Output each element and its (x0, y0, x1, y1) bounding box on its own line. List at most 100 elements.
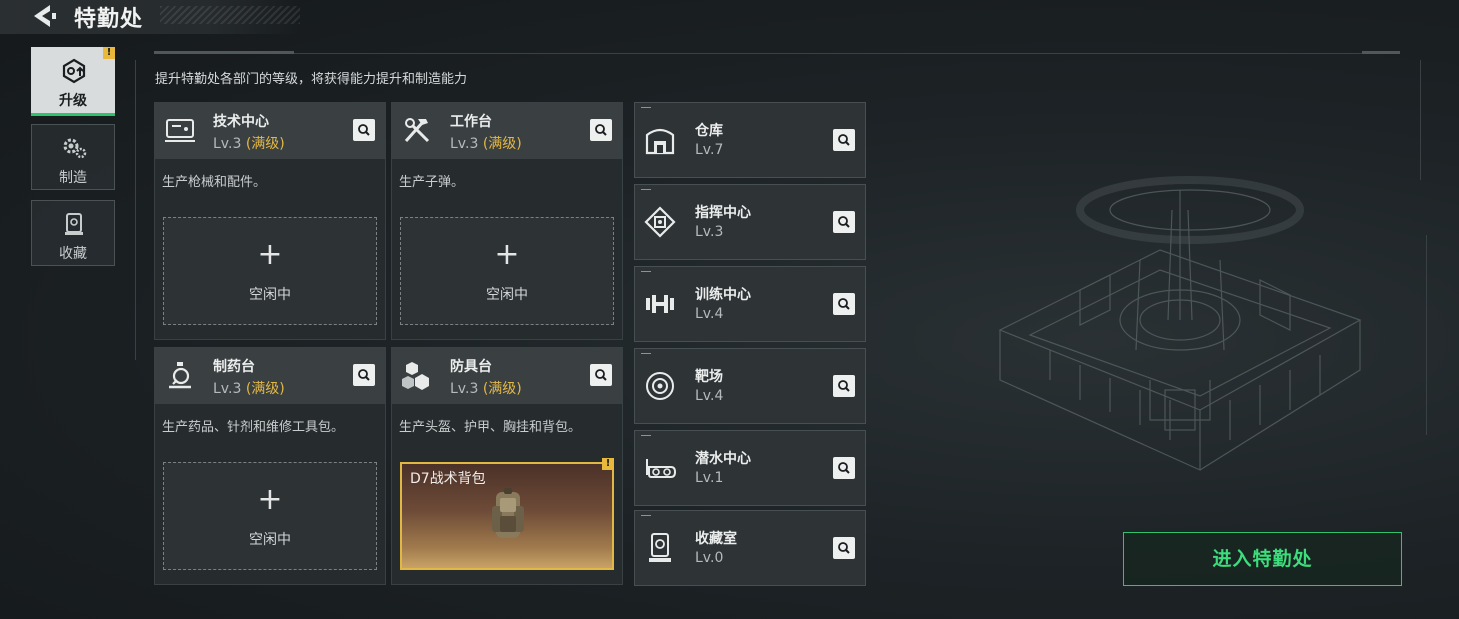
facility-level: Lv.3 (695, 224, 724, 240)
headquarters-illustration (998, 176, 1362, 471)
workshop-level: Lv.3 (满级) (450, 381, 522, 397)
workshop-description: 生产药品、针剂和维修工具包。 (162, 420, 345, 435)
magnifier-icon (838, 462, 850, 474)
crafting-item-slot[interactable]: D7战术背包 ! (400, 458, 614, 570)
magnifier-icon (595, 369, 607, 381)
alert-badge: ! (602, 458, 614, 470)
magnifier-icon (595, 124, 607, 136)
corner-decoration (641, 107, 651, 108)
tab-collection-label: 收藏 (59, 246, 87, 262)
magnifier-icon (358, 124, 370, 136)
facility-name: 收藏室 (695, 531, 737, 547)
magnifier-icon (838, 542, 850, 554)
search-button[interactable] (833, 375, 855, 397)
facility-diving-center[interactable]: 潜水中心 Lv.1 (634, 430, 866, 506)
alert-badge: ! (103, 47, 115, 59)
workshop-level: Lv.3 (满级) (213, 136, 285, 152)
workshop-card: 技术中心 Lv.3 (满级) 生产枪械和配件。 + 空闲中 (154, 102, 386, 340)
workshop-level: Lv.3 (满级) (450, 136, 522, 152)
enter-headquarters-button[interactable]: 进入特勤处 (1123, 532, 1402, 586)
armor-bench-icon (402, 362, 429, 390)
search-button[interactable] (833, 293, 855, 315)
magnifier-icon (838, 380, 850, 392)
workshop-name: 技术中心 (213, 114, 269, 130)
workshop-level: Lv.3 (满级) (213, 381, 285, 397)
search-button[interactable] (590, 364, 612, 386)
facility-command-center[interactable]: 指挥中心 Lv.3 (634, 184, 866, 260)
plus-icon: + (494, 237, 520, 272)
search-button[interactable] (833, 211, 855, 233)
workshop-name: 工作台 (450, 114, 492, 130)
training-center-icon (646, 295, 674, 313)
search-button[interactable] (353, 364, 375, 386)
facility-name: 训练中心 (695, 287, 751, 303)
back-button[interactable] (30, 2, 60, 30)
tab-collection[interactable]: 收藏 (31, 200, 115, 266)
tab-craft-label: 制造 (59, 170, 87, 186)
upgrade-icon (62, 58, 86, 84)
crafting-item-name: D7战术背包 (410, 471, 486, 487)
production-slot[interactable]: + 空闲中 (163, 462, 377, 570)
facility-level: Lv.4 (695, 388, 724, 404)
slot-status: 空闲中 (249, 532, 291, 548)
corner-decoration (641, 515, 651, 516)
magnifier-icon (838, 298, 850, 310)
search-button[interactable] (833, 457, 855, 479)
corner-decoration (641, 189, 651, 190)
search-button[interactable] (590, 119, 612, 141)
active-tab-indicator (31, 113, 115, 116)
divider-accent (154, 51, 294, 54)
search-button[interactable] (833, 537, 855, 559)
magnifier-icon (838, 134, 850, 146)
corner-decoration (641, 435, 651, 436)
command-center-icon (644, 206, 676, 238)
plus-icon: + (257, 237, 283, 272)
collection-icon (65, 213, 83, 235)
gears-icon (63, 138, 87, 159)
facility-name: 仓库 (695, 123, 723, 139)
divider-line (154, 53, 1400, 54)
facility-shooting-range[interactable]: 靶场 Lv.4 (634, 348, 866, 424)
back-arrow-icon (34, 5, 56, 27)
production-slot[interactable]: + 空闲中 (400, 217, 614, 325)
decorative-line (1420, 60, 1421, 180)
slot-status: 空闲中 (249, 287, 291, 303)
workshop-description: 生产子弹。 (399, 175, 465, 190)
magnifier-icon (358, 369, 370, 381)
corner-decoration (641, 353, 651, 354)
magnifier-icon (838, 216, 850, 228)
page-title: 特勤处 (74, 7, 144, 32)
workshop-description: 生产头盔、护甲、胸挂和背包。 (399, 420, 582, 435)
vertical-divider (135, 60, 136, 360)
facility-warehouse[interactable]: 仓库 Lv.7 (634, 102, 866, 178)
production-slot[interactable]: + 空闲中 (163, 217, 377, 325)
workbench-icon (404, 118, 430, 143)
tab-craft[interactable]: 制造 (31, 124, 115, 190)
workshop-name: 防具台 (450, 359, 492, 375)
warehouse-icon (645, 128, 675, 155)
max-level-tag: (满级) (245, 136, 285, 152)
facility-collection-room[interactable]: 收藏室 Lv.0 (634, 510, 866, 586)
facility-level: Lv.0 (695, 550, 724, 566)
facility-training-center[interactable]: 训练中心 Lv.4 (634, 266, 866, 342)
facility-name: 潜水中心 (695, 451, 751, 467)
workshop-card: 制药台 Lv.3 (满级) 生产药品、针剂和维修工具包。 + 空闲中 (154, 347, 386, 585)
backpack-icon (492, 488, 524, 538)
corner-decoration (641, 271, 651, 272)
search-button[interactable] (833, 129, 855, 151)
page-subtitle: 提升特勤处各部门的等级，将获得能力提升和制造能力 (155, 72, 468, 87)
plus-icon: + (257, 482, 283, 517)
search-button[interactable] (353, 119, 375, 141)
workshop-description: 生产枪械和配件。 (162, 175, 267, 190)
tech-center-icon (165, 119, 195, 142)
header-hatch-decoration (160, 6, 300, 24)
workshop-card: 防具台 Lv.3 (满级) 生产头盔、护甲、胸挂和背包。 D7战术背包 ! (391, 347, 623, 585)
facility-name: 指挥中心 (695, 205, 751, 221)
facility-level: Lv.4 (695, 306, 724, 322)
shooting-range-icon (646, 372, 674, 400)
max-level-tag: (满级) (245, 381, 285, 397)
tab-upgrade-label: 升级 (59, 93, 87, 109)
facility-level: Lv.1 (695, 470, 724, 486)
facility-level: Lv.7 (695, 142, 724, 158)
facility-name: 靶场 (695, 369, 723, 385)
